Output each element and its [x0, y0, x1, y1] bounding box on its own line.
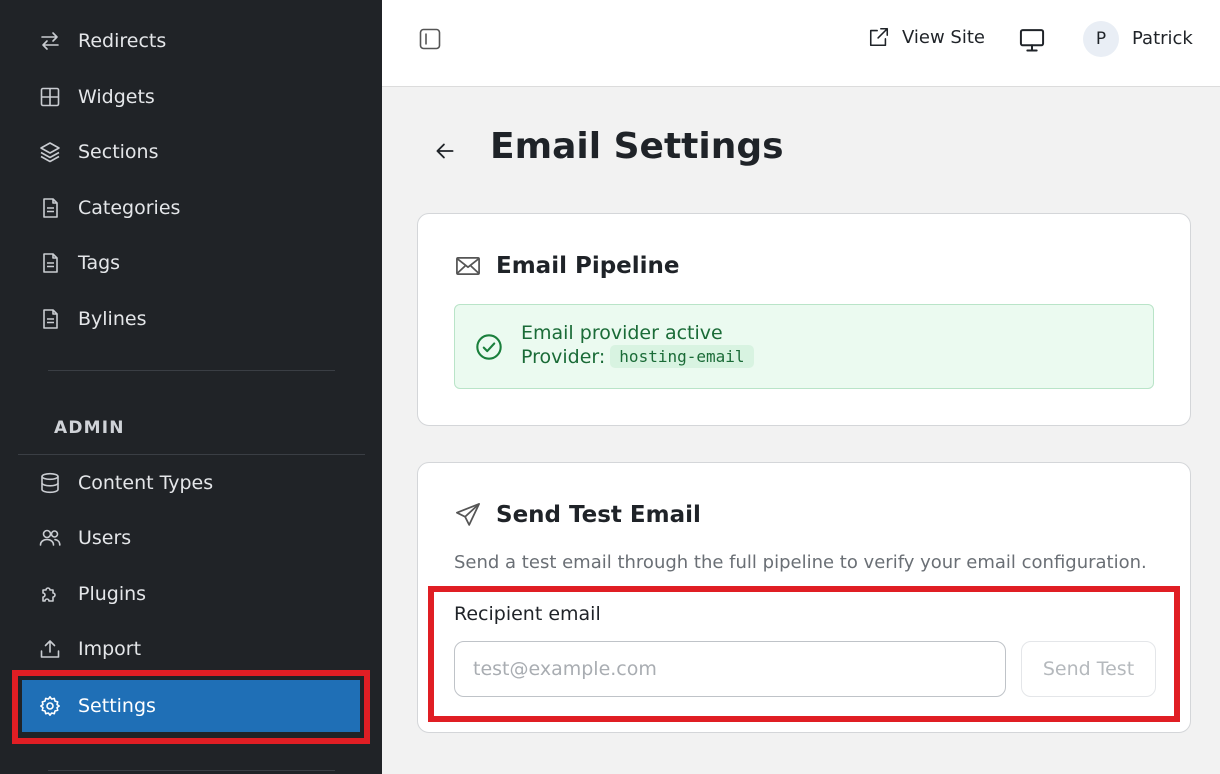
- send-test-button[interactable]: Send Test: [1021, 641, 1156, 697]
- database-icon: [36, 469, 64, 497]
- sidebar-item-label: Plugins: [78, 583, 147, 605]
- sidebar-section-admin: ADMIN: [54, 418, 125, 438]
- provider-status-box: Email provider active Provider: hosting-…: [454, 304, 1154, 389]
- avatar[interactable]: P: [1083, 21, 1119, 57]
- document-icon: [36, 305, 64, 333]
- provider-status-title: Email provider active: [521, 322, 723, 344]
- view-site-link[interactable]: View Site: [868, 26, 985, 48]
- sidebar-item-categories[interactable]: Categories: [22, 182, 360, 234]
- email-pipeline-title: Email Pipeline: [496, 253, 680, 279]
- sidebar-item-label: Widgets: [78, 86, 155, 108]
- sidebar: Redirects Widgets Sections Categories Ta…: [0, 0, 382, 774]
- sidebar-item-label: Bylines: [78, 308, 147, 330]
- sidebar-divider: [18, 454, 365, 455]
- document-icon: [36, 249, 64, 277]
- external-link-icon: [869, 27, 889, 47]
- user-name[interactable]: Patrick: [1132, 28, 1193, 49]
- sidebar-divider: [48, 770, 335, 771]
- sidebar-item-bylines[interactable]: Bylines: [22, 293, 360, 345]
- sidebar-item-tags[interactable]: Tags: [22, 237, 360, 289]
- users-icon: [36, 524, 64, 552]
- sidebar-item-import[interactable]: Import: [22, 623, 360, 675]
- send-test-description: Send a test email through the full pipel…: [454, 552, 1147, 573]
- email-pipeline-card: Email Pipeline Email provider active Pro…: [417, 213, 1191, 426]
- provider-line: Provider: hosting-email: [521, 345, 754, 368]
- send-test-email-title: Send Test Email: [496, 502, 701, 528]
- layers-icon: [36, 138, 64, 166]
- mail-icon: [456, 256, 480, 276]
- sidebar-item-users[interactable]: Users: [22, 512, 360, 564]
- sidebar-item-label: Import: [78, 638, 142, 660]
- sidebar-item-label: Categories: [78, 197, 181, 219]
- widgets-grid-icon: [36, 83, 64, 111]
- sidebar-item-widgets[interactable]: Widgets: [22, 71, 360, 123]
- back-arrow-icon[interactable]: [432, 138, 458, 164]
- redirects-arrows-icon: [36, 27, 64, 55]
- email-pipeline-heading: Email Pipeline: [454, 252, 680, 280]
- sidebar-item-settings[interactable]: Settings: [22, 680, 360, 732]
- check-circle-icon: [475, 333, 503, 361]
- sidebar-item-content-types[interactable]: Content Types: [22, 457, 360, 509]
- document-icon: [36, 194, 64, 222]
- sidebar-item-label: Tags: [78, 252, 121, 274]
- puzzle-icon: [36, 580, 64, 608]
- monitor-icon[interactable]: [1018, 26, 1046, 54]
- send-test-email-heading: Send Test Email: [454, 501, 701, 529]
- provider-value: hosting-email: [610, 345, 754, 368]
- sidebar-item-label: Content Types: [78, 472, 214, 494]
- provider-label: Provider:: [521, 345, 606, 368]
- sidebar-item-redirects[interactable]: Redirects: [22, 15, 360, 67]
- sidebar-item-plugins[interactable]: Plugins: [22, 568, 360, 620]
- sidebar-item-label: Redirects: [78, 30, 167, 52]
- gear-icon: [36, 692, 64, 720]
- upload-icon: [36, 635, 64, 663]
- top-bar: View Site P Patrick: [382, 0, 1220, 87]
- sidebar-item-sections[interactable]: Sections: [22, 126, 360, 178]
- sidebar-item-label: Settings: [78, 695, 156, 717]
- sidebar-item-label: Users: [78, 527, 132, 549]
- sidebar-divider: [48, 370, 335, 371]
- send-test-email-card: Send Test Email Send a test email throug…: [417, 462, 1191, 733]
- recipient-email-label: Recipient email: [454, 603, 601, 625]
- paper-plane-icon: [456, 503, 480, 526]
- sidebar-item-label: Sections: [78, 141, 159, 163]
- page-title: Email Settings: [490, 126, 784, 167]
- view-site-label: View Site: [902, 26, 985, 48]
- sidebar-toggle-icon[interactable]: [418, 27, 442, 51]
- recipient-email-input[interactable]: [454, 641, 1006, 697]
